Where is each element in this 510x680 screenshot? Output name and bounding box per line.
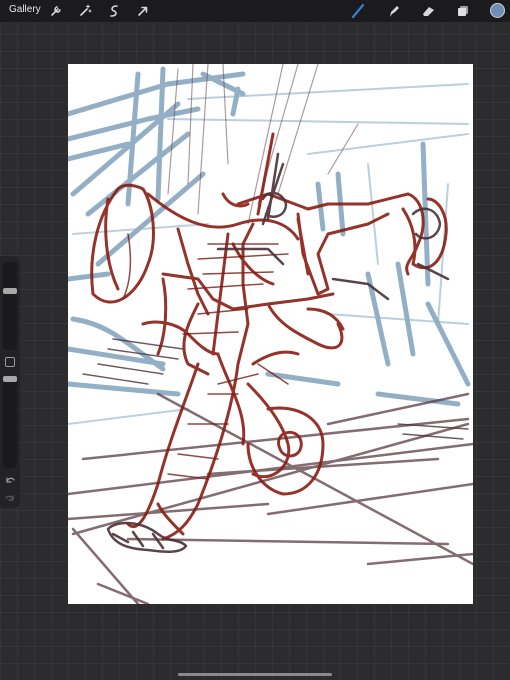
redo-icon[interactable] — [4, 492, 16, 504]
drawing-canvas[interactable] — [68, 64, 473, 604]
gallery-button[interactable]: Gallery — [9, 4, 41, 15]
current-color-swatch[interactable] — [490, 3, 505, 18]
transform-arrow-icon[interactable] — [135, 3, 151, 19]
undo-icon[interactable] — [4, 474, 16, 486]
selection-icon[interactable] — [106, 3, 122, 19]
layers-icon[interactable] — [455, 3, 471, 19]
home-indicator[interactable] — [178, 673, 332, 676]
brush-icon[interactable] — [350, 3, 366, 19]
brush-size-handle[interactable] — [3, 287, 17, 294]
top-toolbar: Gallery — [0, 0, 510, 22]
opacity-slider[interactable] — [3, 376, 17, 468]
opacity-handle[interactable] — [3, 376, 17, 383]
wrench-icon[interactable] — [48, 3, 64, 19]
magic-wand-icon[interactable] — [77, 3, 93, 19]
modify-square-icon[interactable] — [5, 357, 15, 367]
left-sidebar — [0, 256, 20, 508]
eraser-icon[interactable] — [420, 3, 436, 19]
brush-size-slider[interactable] — [3, 262, 17, 350]
smudge-icon[interactable] — [385, 3, 401, 19]
sketch-artwork — [68, 64, 473, 604]
